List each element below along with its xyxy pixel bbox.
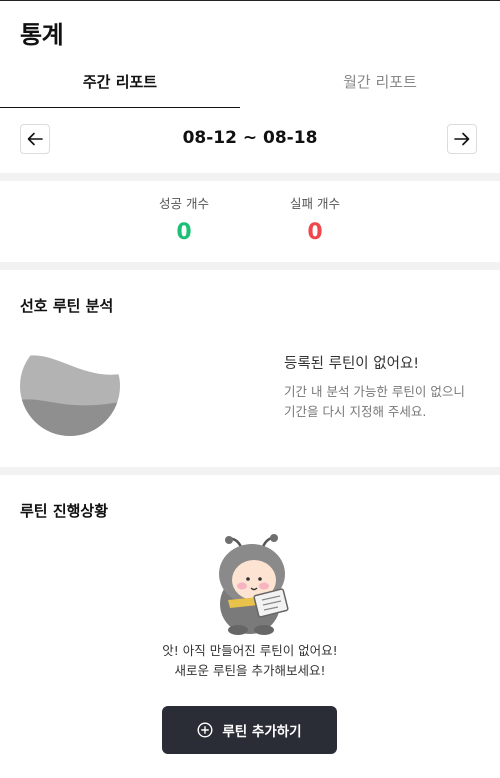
add-routine-button-label: 루틴 추가하기: [222, 724, 302, 740]
preferred-empty-title: 등록된 루틴이 없어요!: [284, 356, 420, 372]
mascot-illustration: [219, 534, 289, 635]
routine-progress-title: 루틴 진행상황: [20, 502, 109, 520]
date-range: 08-12 ~ 08-18: [182, 128, 318, 148]
date-navigator: 08-12 ~ 08-18: [0, 124, 500, 158]
fail-count-value: 0: [307, 220, 323, 245]
progress-empty-line: 앗! 아직 만들어진 루틴이 없어요!: [162, 643, 338, 658]
section-divider: [0, 262, 500, 270]
preferred-routine-title: 선호 루틴 분석: [20, 297, 114, 315]
tab-weekly-report[interactable]: 주간 리포트: [0, 62, 240, 108]
progress-empty-message: 앗! 아직 만들어진 루틴이 없어요! 새로운 루틴을 추가해보세요!: [0, 641, 500, 681]
tab-monthly-report[interactable]: 월간 리포트: [260, 62, 500, 108]
section-divider: [0, 173, 500, 181]
report-tabs: 주간 리포트 월간 리포트: [0, 62, 500, 108]
result-counts: 성공 개수 0 실패 개수 0: [0, 193, 500, 253]
fail-count-label: 실패 개수: [290, 196, 340, 211]
preferred-empty-description: 기간 내 분석 가능한 루틴이 없으니 기간을 다시 지정해 주세요.: [284, 382, 465, 422]
arrow-right-icon: [454, 132, 470, 146]
top-border: [0, 0, 500, 1]
success-count-value: 0: [176, 220, 192, 245]
page-title: 통계: [20, 21, 64, 49]
next-week-button[interactable]: [447, 124, 477, 154]
add-routine-button[interactable]: 루틴 추가하기: [162, 706, 337, 754]
section-divider: [0, 467, 500, 475]
progress-empty-line: 새로운 루틴을 추가해보세요!: [174, 663, 326, 678]
fail-count: 실패 개수 0: [260, 193, 370, 245]
empty-pie-chart-placeholder: [20, 336, 120, 436]
success-count: 성공 개수 0: [129, 193, 239, 245]
preferred-empty-desc-line: 기간 내 분석 가능한 루틴이 없으니: [284, 384, 465, 399]
preferred-empty-desc-line: 기간을 다시 지정해 주세요.: [284, 404, 427, 419]
plus-circle-icon: [197, 722, 213, 738]
success-count-label: 성공 개수: [159, 196, 209, 211]
